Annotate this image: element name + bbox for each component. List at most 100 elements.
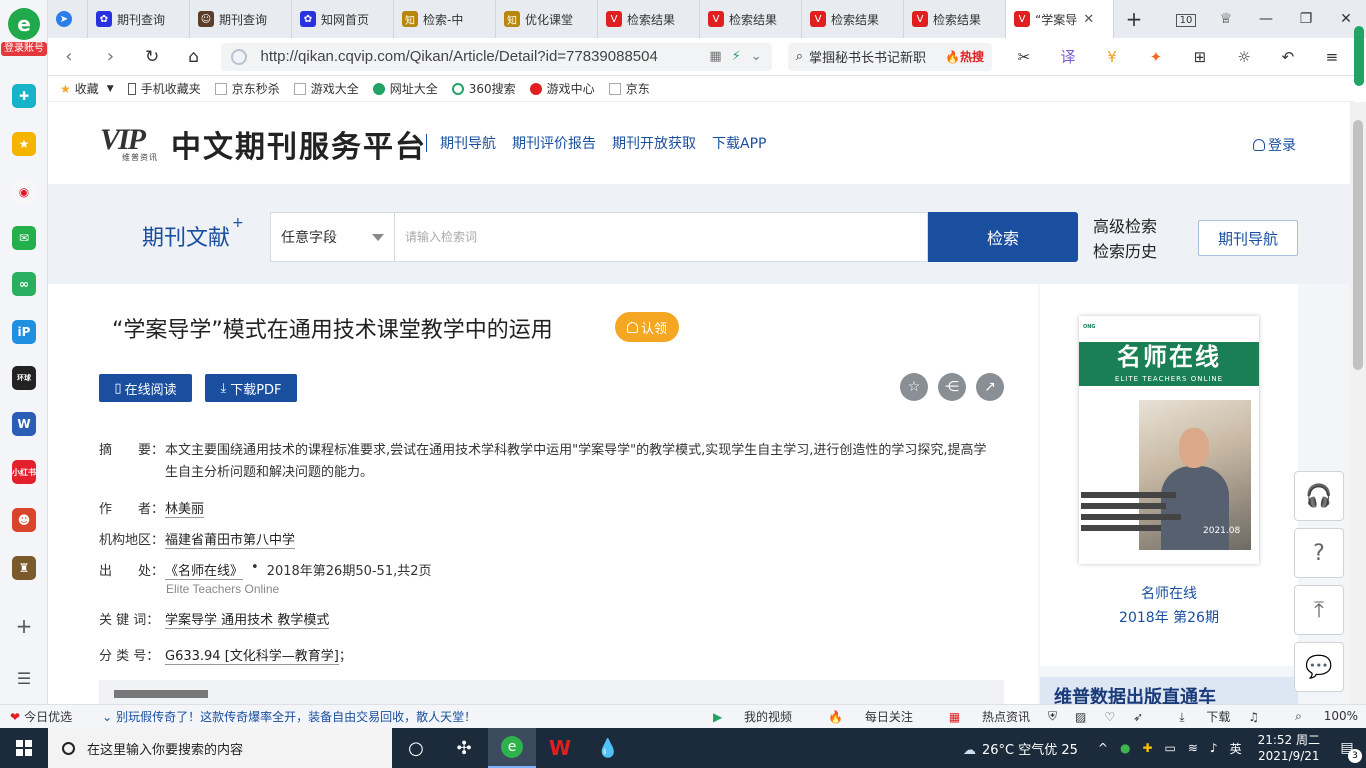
game-app-icon[interactable]: ☻ xyxy=(12,508,36,532)
feedback-icon[interactable]: 💬 xyxy=(1294,642,1344,692)
keyword-link[interactable]: 教学模式 xyxy=(277,613,329,628)
360-tray-icon[interactable]: ● xyxy=(1120,741,1130,755)
sound-icon[interactable]: ♫ xyxy=(1248,710,1259,724)
browser-logo[interactable]: e 登录账号 xyxy=(1,4,47,60)
tab-7[interactable]: V 检索结果 xyxy=(802,0,904,38)
close-tab-icon[interactable]: ✕ xyxy=(1083,12,1094,27)
source-journal-link[interactable]: 《名师在线》 xyxy=(165,560,244,580)
hot-search-box[interactable]: ⌕ 掌掴秘书长书记新职 🔥热搜 xyxy=(787,42,992,71)
my-videos-link[interactable]: ▶ 我的视频 xyxy=(695,708,792,725)
page-scrollbar[interactable] xyxy=(1350,102,1366,704)
maximize-button[interactable]: ❐ xyxy=(1286,11,1326,27)
xiaohongshu-icon[interactable]: 小红书 xyxy=(12,460,36,484)
url-field[interactable]: http://qikan.cqvip.com/Qikan/Article/Det… xyxy=(220,42,772,71)
bookmark-jd-seckill[interactable]: 京东秒杀 xyxy=(214,80,280,97)
help-icon[interactable]: ? xyxy=(1294,528,1344,578)
organization-link[interactable]: 福建省莆田市第八中学 xyxy=(165,529,296,549)
lightning-icon[interactable]: ⚡ xyxy=(732,49,741,64)
ime-indicator[interactable]: 英 xyxy=(1230,740,1242,757)
word-icon[interactable]: W xyxy=(12,412,36,436)
journal-nav-button[interactable]: 期刊导航 xyxy=(1198,220,1298,256)
battery-icon[interactable]: ▭ xyxy=(1165,741,1176,755)
bookmark-games[interactable]: 游戏大全 xyxy=(293,80,359,97)
vip-logo[interactable]: VIP 维普资讯 xyxy=(100,125,162,163)
tab-2[interactable]: ✿ 知网首页 xyxy=(292,0,394,38)
bookmark-360-search[interactable]: 360搜索 xyxy=(451,80,516,97)
refresh-button[interactable]: ↻ xyxy=(131,47,173,67)
customer-service-icon[interactable]: 🎧 xyxy=(1294,471,1344,521)
droplet-app-icon[interactable]: 💧 xyxy=(584,728,632,768)
volume-icon[interactable]: ♪ xyxy=(1210,741,1218,755)
nav-open-access[interactable]: 期刊开放获取 xyxy=(612,133,696,153)
author-link[interactable]: 林美丽 xyxy=(165,498,205,518)
share-icon[interactable]: ⋲ xyxy=(938,373,966,401)
star-icon[interactable]: ☆ xyxy=(900,373,928,401)
tab-8[interactable]: V 检索结果 xyxy=(904,0,1006,38)
nav-journal-guide[interactable]: 期刊导航 xyxy=(440,133,496,153)
weibo-icon[interactable]: ◉ xyxy=(12,180,36,204)
hot-news-link[interactable]: ▦ 热点资讯 xyxy=(931,708,1030,725)
bookmark-favorites[interactable]: ★ 收藏 ▼ xyxy=(60,80,114,97)
search-history-link[interactable]: 检索历史 xyxy=(1093,239,1157,264)
read-online-button[interactable]: ▯ 在线阅读 xyxy=(99,374,192,402)
ip-app-icon[interactable]: iP xyxy=(12,320,36,344)
apps-grid-icon[interactable]: ⊞ xyxy=(1178,48,1222,66)
back-button[interactable]: ‹ xyxy=(48,46,90,67)
scrollbar-thumb[interactable] xyxy=(1353,120,1363,370)
wifi-icon[interactable]: ≋ xyxy=(1188,741,1198,755)
image-icon[interactable]: ▨ xyxy=(1075,710,1086,724)
plus-tray-icon[interactable]: ✚ xyxy=(1142,741,1152,755)
url-text[interactable]: http://qikan.cqvip.com/Qikan/Article/Det… xyxy=(261,48,710,65)
game-controller-icon[interactable]: ✦ xyxy=(1134,48,1178,66)
journal-issue-link[interactable]: 2018年 第26期 xyxy=(1040,606,1298,630)
download-pdf-button[interactable]: ⤓ 下载PDF xyxy=(205,374,297,402)
tab-4[interactable]: 知优化课堂 xyxy=(496,0,598,38)
system-clock[interactable]: 21:52 周二 2021/9/21 xyxy=(1258,732,1320,764)
tab-0[interactable]: ✿ 期刊查询 xyxy=(88,0,190,38)
search-category-label[interactable]: 期刊文献+ xyxy=(142,215,244,252)
tab-1[interactable]: ☺ 期刊查询 xyxy=(190,0,292,38)
windows-start-button[interactable] xyxy=(0,728,48,768)
notification-center-icon[interactable]: ▤ 3 xyxy=(1334,735,1362,763)
login-account-badge[interactable]: 登录账号 xyxy=(1,42,47,56)
rocket-icon[interactable]: ➶ xyxy=(1133,710,1143,724)
keyword-link[interactable]: 学案导学 xyxy=(165,613,217,628)
category-plus[interactable]: + xyxy=(232,215,244,231)
news-ticker[interactable]: ⌄ 别玩假传奇了！这款传奇爆率全开，装备自由交易回收，散人天堂！ xyxy=(102,708,476,725)
scissors-icon[interactable]: ✂ xyxy=(1002,48,1046,66)
daily-follow-link[interactable]: 🔥 每日关注 xyxy=(810,708,913,725)
site-security-icon[interactable] xyxy=(230,48,247,65)
tab-5[interactable]: V 检索结果 xyxy=(598,0,700,38)
search-button[interactable]: 检索 xyxy=(928,212,1078,262)
brightness-icon[interactable]: ☼ xyxy=(1222,48,1266,66)
chevron-down-icon[interactable]: ⌄ xyxy=(751,49,762,64)
advanced-search-link[interactable]: 高级检索 xyxy=(1093,214,1157,239)
zoom-control[interactable]: ⌕ 100% xyxy=(1277,709,1358,724)
taskbar-search[interactable]: 在这里输入你要搜索的内容 xyxy=(48,728,392,768)
wps-icon[interactable]: W xyxy=(536,728,584,768)
nav-evaluation-report[interactable]: 期刊评价报告 xyxy=(512,133,596,153)
game2-app-icon[interactable]: ♜ xyxy=(12,556,36,580)
login-link[interactable]: 登录 xyxy=(1253,135,1296,155)
skin-icon[interactable]: ♕ xyxy=(1206,11,1246,27)
news-app-icon[interactable]: 环球 xyxy=(12,366,36,390)
today-picks[interactable]: ❤ 今日优选 xyxy=(10,708,72,725)
dropdown-arrow-icon[interactable]: ▼ xyxy=(107,84,114,94)
bookmark-mobile[interactable]: 手机收藏夹 xyxy=(127,80,201,97)
tab-count-icon[interactable]: 10 xyxy=(1166,11,1206,27)
vip-ad-banner[interactable]: 维普数据出版直通车 xyxy=(1040,677,1298,704)
chevron-up-icon[interactable]: ^ xyxy=(1098,741,1108,755)
search-input[interactable] xyxy=(394,212,928,262)
translate-icon[interactable]: 译 xyxy=(1046,46,1090,67)
fan-app-icon[interactable]: ✣ xyxy=(440,728,488,768)
star-favorites-icon[interactable]: ★ xyxy=(12,132,36,156)
360-browser-taskbar-icon[interactable]: e xyxy=(488,728,536,768)
link-app-icon[interactable]: ∞ xyxy=(12,272,36,296)
add-app-icon[interactable]: + xyxy=(12,614,36,638)
forward-button[interactable]: › xyxy=(90,46,132,67)
undo-icon[interactable]: ↶ xyxy=(1266,48,1310,66)
journal-name-link[interactable]: 名师在线 xyxy=(1040,582,1298,606)
qr-code-icon[interactable]: ▦ xyxy=(709,49,721,64)
tab-3[interactable]: 知检索-中 xyxy=(394,0,496,38)
download-link[interactable]: ⤓ 下载 xyxy=(1161,708,1230,725)
